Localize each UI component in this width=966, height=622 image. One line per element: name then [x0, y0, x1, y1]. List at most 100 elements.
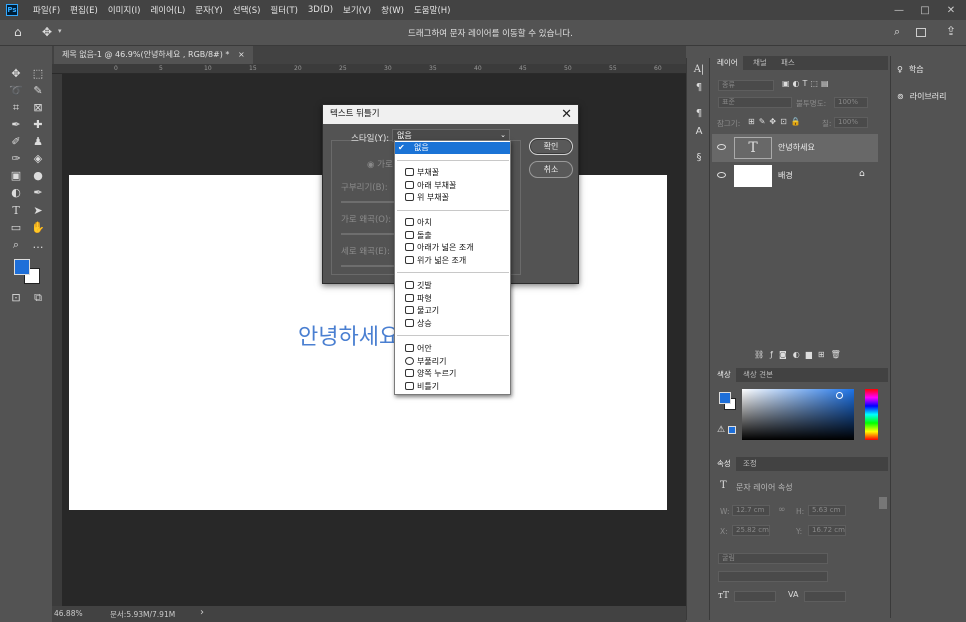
zoom-icon[interactable]: ⌕	[8, 237, 24, 253]
brush-icon[interactable]: ✐	[8, 134, 24, 150]
frame-icon[interactable]: ⊠	[30, 100, 46, 116]
lock-icons[interactable]: ⊞✎✥⊡🔒	[748, 117, 805, 126]
hand-icon[interactable]: ✋	[30, 220, 46, 236]
height-field[interactable]: 5.63 cm	[808, 505, 846, 516]
layer-filter-select[interactable]: 종류	[718, 80, 774, 91]
menu-image[interactable]: 이미지(I)	[103, 4, 146, 16]
fill-field[interactable]: 100%	[834, 117, 868, 128]
path-select-icon[interactable]: ➤	[30, 203, 46, 219]
dropdown-item-arch[interactable]: 아치	[395, 217, 510, 229]
rectangle-icon[interactable]: ▭	[8, 220, 24, 236]
orientation-radio-horizontal[interactable]: ◉ 가로	[367, 158, 393, 170]
dialog-close-button[interactable]: ✕	[561, 105, 572, 124]
tab-paths[interactable]: 패스	[776, 56, 800, 70]
gradient-icon[interactable]: ▣	[8, 168, 24, 184]
menu-layer[interactable]: 레이어(L)	[145, 4, 190, 16]
tab-properties[interactable]: 속성	[712, 457, 736, 471]
home-icon[interactable]: ⌂	[14, 25, 22, 39]
search-icon[interactable]: ⌕	[894, 25, 900, 39]
eye-icon[interactable]	[717, 144, 726, 150]
dropdown-item-wave[interactable]: 파형	[395, 293, 510, 305]
warning-icon[interactable]: ⚠	[717, 425, 725, 435]
cancel-button[interactable]: 취소	[529, 161, 573, 178]
character-icon[interactable]: A|	[693, 64, 705, 76]
dropdown-item-flag[interactable]: 깃발	[395, 280, 510, 292]
lasso-icon[interactable]: ➰	[8, 83, 24, 99]
width-field[interactable]: 12.7 cm	[732, 505, 770, 516]
zoom-level[interactable]: 46.88%	[54, 609, 83, 618]
filter-icons[interactable]: ▣◐T⬚▤	[782, 79, 832, 88]
move-tool-icon[interactable]: ✥	[42, 25, 52, 39]
horizontal-distortion-slider[interactable]	[341, 233, 401, 235]
foreground-color-swatch[interactable]	[14, 259, 30, 275]
font-style-select[interactable]	[718, 571, 828, 582]
tab-layers[interactable]: 레이어	[712, 56, 743, 70]
minimize-button[interactable]: —	[892, 5, 906, 16]
dropdown-item-rise[interactable]: 상승	[395, 318, 510, 330]
glyphs-icon[interactable]: §	[693, 152, 705, 164]
hue-slider[interactable]	[865, 389, 878, 440]
scrollbar[interactable]	[879, 497, 887, 509]
learn-item[interactable]: ♀ 학습	[897, 64, 924, 75]
move-icon[interactable]: ✥	[8, 66, 24, 82]
menu-filter[interactable]: 필터(T)	[265, 4, 302, 16]
screen-mode-icon[interactable]: ⧉	[30, 290, 46, 306]
pen-icon[interactable]: ✒	[30, 185, 46, 201]
menu-view[interactable]: 보기(V)	[338, 4, 376, 16]
tab-channels[interactable]: 채널	[748, 56, 772, 70]
color-picker-marker[interactable]	[836, 392, 843, 399]
crop-icon[interactable]: ⌗	[8, 100, 24, 116]
stamp-icon[interactable]: ♟	[30, 134, 46, 150]
character-style-icon[interactable]: A	[693, 126, 705, 138]
dropdown-item-bulge[interactable]: 돌출	[395, 230, 510, 242]
dropdown-item-shell-lower[interactable]: 아래가 넓은 조개	[395, 242, 510, 254]
workspace-icon[interactable]	[916, 28, 926, 37]
y-field[interactable]: 16.72 cm	[808, 525, 846, 536]
menu-edit[interactable]: 편집(E)	[65, 4, 103, 16]
dropdown-item-arc-lower[interactable]: 아래 부채꼴	[395, 180, 510, 192]
libraries-item[interactable]: ⊚ 라이브러리	[897, 91, 947, 102]
chevron-down-icon[interactable]: ▾	[58, 27, 62, 35]
menu-select[interactable]: 선택(S)	[228, 4, 266, 16]
canvas-text-layer[interactable]: 안녕하세요	[298, 319, 399, 351]
dropdown-item-arc-upper[interactable]: 위 부채꼴	[395, 192, 510, 204]
tab-adjustments[interactable]: 조정	[738, 457, 762, 471]
document-tab[interactable]: 제목 없음-1 @ 46.9%(안녕하세요 , RGB/8#) * ×	[54, 46, 253, 64]
quick-mask-icon[interactable]: ⊡	[8, 290, 24, 306]
font-size-field[interactable]	[734, 591, 776, 602]
ok-button[interactable]: 확인	[529, 138, 573, 155]
share-icon[interactable]: ⇪	[946, 24, 956, 38]
dodge-icon[interactable]: ◐	[8, 185, 24, 201]
blend-mode-select[interactable]: 표준	[718, 97, 792, 108]
link-icon[interactable]: ∞	[778, 505, 786, 515]
tab-swatches[interactable]: 색상 견본	[738, 368, 778, 382]
dropdown-item-shell-upper[interactable]: 위가 넓은 조개	[395, 255, 510, 267]
menu-window[interactable]: 창(W)	[376, 4, 409, 16]
dropdown-item-fisheye[interactable]: 어안	[395, 343, 510, 355]
vertical-distortion-slider[interactable]	[341, 265, 401, 267]
dropdown-item-fish[interactable]: 물고기	[395, 305, 510, 317]
menu-file[interactable]: 파일(F)	[28, 4, 65, 16]
layer-row-background[interactable]: 배경 ⌂	[712, 162, 878, 190]
eraser-icon[interactable]: ◈	[30, 151, 46, 167]
dropdown-item-arc[interactable]: 부채꼴	[395, 167, 510, 179]
paragraph-style-icon[interactable]: ¶	[693, 108, 705, 120]
eyedropper-icon[interactable]: ✒	[8, 117, 24, 133]
dropdown-item-squeeze[interactable]: 양쪽 누르기	[395, 368, 510, 380]
web-safe-swatch[interactable]	[728, 426, 736, 434]
opacity-field[interactable]: 100%	[834, 97, 868, 108]
dropdown-item-none[interactable]: ✔ 없음	[395, 142, 510, 154]
dropdown-item-inflate[interactable]: 부풀리기	[395, 356, 510, 368]
heal-icon[interactable]: ✚	[30, 117, 46, 133]
status-arrow-icon[interactable]: ›	[200, 607, 204, 618]
layer-footer-icons[interactable]: ⛓ƒ◙◐▆⊞🗑	[754, 350, 847, 359]
menu-3d[interactable]: 3D(D)	[303, 5, 338, 15]
history-brush-icon[interactable]: ✑	[8, 151, 24, 167]
layer-row-text[interactable]: T 안녕하세요	[712, 134, 878, 162]
type-icon[interactable]: T	[8, 203, 24, 219]
eye-icon[interactable]	[717, 172, 726, 178]
maximize-button[interactable]: □	[918, 5, 932, 16]
blur-icon[interactable]: ●	[30, 168, 46, 184]
bend-slider[interactable]	[341, 201, 401, 203]
font-family-select[interactable]: 굴림	[718, 553, 828, 564]
